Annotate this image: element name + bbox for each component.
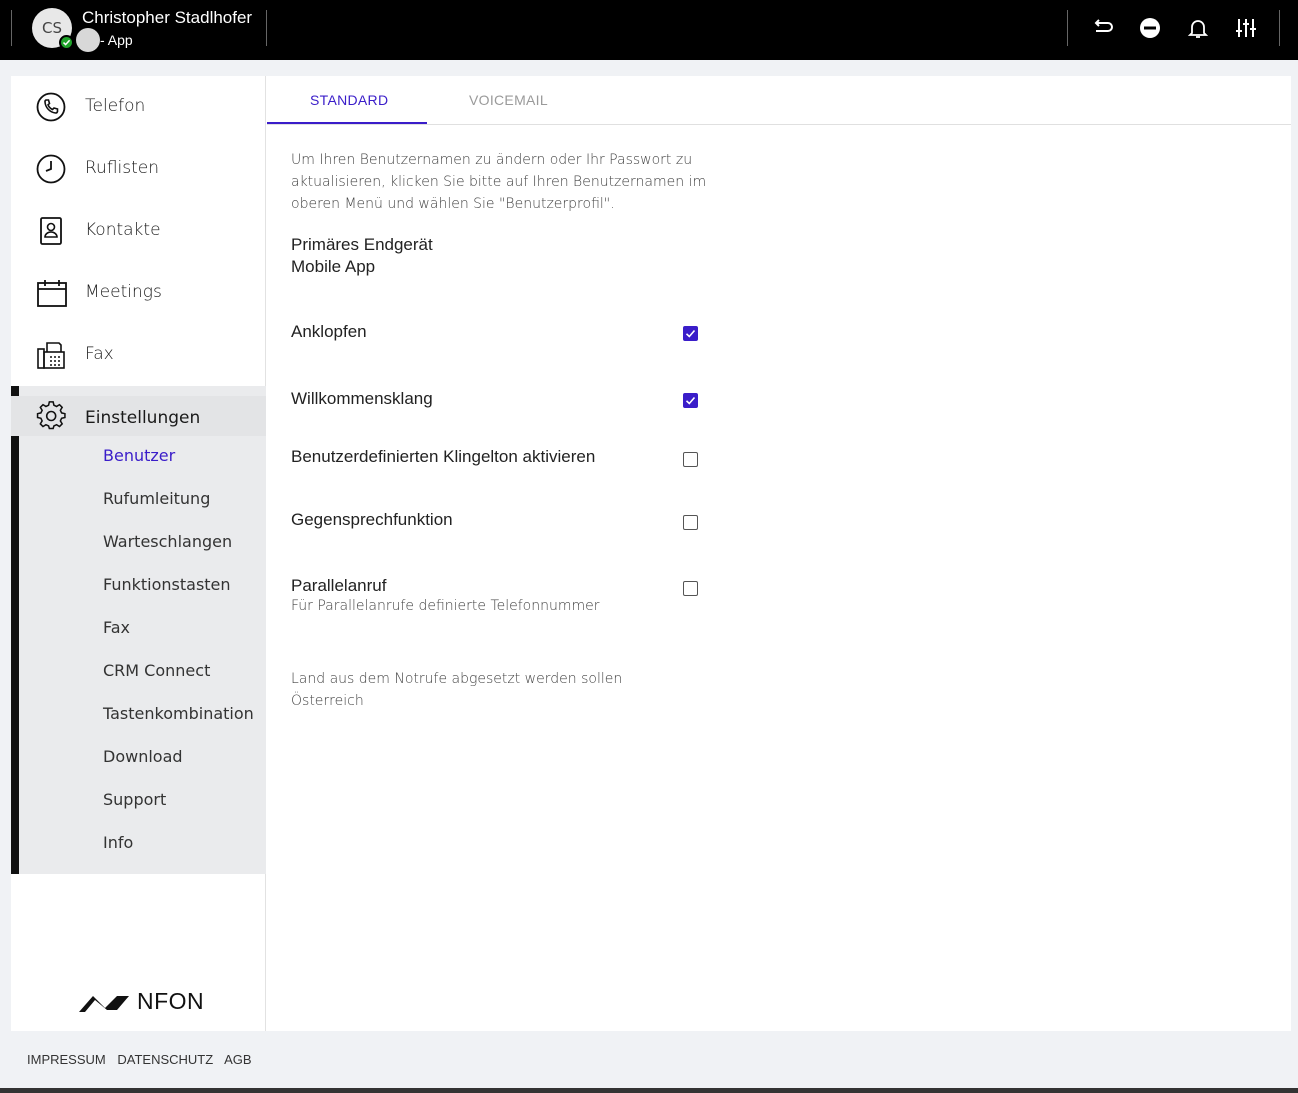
sidebar-item-label: Ruflisten xyxy=(85,158,160,178)
header-divider xyxy=(1067,10,1068,46)
tab-voicemail[interactable]: VOICEMAIL xyxy=(469,92,548,108)
contact-card-icon xyxy=(36,216,68,246)
option-label-klingelton: Benutzerdefinierten Klingelton aktiviere… xyxy=(291,447,596,466)
do-not-disturb-icon[interactable] xyxy=(1136,14,1164,42)
bottom-border xyxy=(0,1088,1298,1093)
sidebar-item-meetings[interactable]: Meetings xyxy=(11,262,266,324)
sub-item-warteschlangen[interactable]: Warteschlangen xyxy=(103,532,232,551)
logo-text: NFON xyxy=(137,987,205,1014)
checkbox-parallelanruf[interactable] xyxy=(683,581,698,596)
header-divider xyxy=(266,10,267,46)
info-text: Um Ihren Benutzernamen zu ändern oder Ih… xyxy=(291,152,707,212)
callback-icon[interactable] xyxy=(1088,14,1116,42)
sub-item-funktionstasten[interactable]: Funktionstasten xyxy=(103,575,231,594)
sidebar-item-kontakte[interactable]: Kontakte xyxy=(11,200,266,262)
active-tab-underline xyxy=(267,122,427,124)
sidebar-item-ruflisten[interactable]: Ruflisten xyxy=(11,138,266,200)
sub-item-tastenkombination[interactable]: Tastenkombination xyxy=(103,704,254,723)
header-divider xyxy=(1279,10,1280,46)
sidebar-item-label: Einstellungen xyxy=(85,408,201,428)
nfon-logo: NFON xyxy=(77,986,204,1016)
header-divider xyxy=(11,10,12,46)
footer-link-impressum[interactable]: IMPRESSUM xyxy=(27,1052,106,1067)
sidebar: Telefon Ruflisten Kontakte Meetings Fax xyxy=(11,76,266,1031)
option-label-willkommensklang: Willkommensklang xyxy=(291,389,433,408)
clock-icon xyxy=(36,154,68,184)
status-online-icon xyxy=(59,35,74,50)
sidebar-item-einstellungen[interactable]: Einstellungen xyxy=(11,396,266,436)
footer-link-agb[interactable]: AGB xyxy=(224,1052,251,1067)
footer-link-datenschutz[interactable]: DATENSCHUTZ xyxy=(117,1052,213,1067)
sub-item-info[interactable]: Info xyxy=(103,833,133,852)
phone-icon xyxy=(36,92,68,122)
option-label-anklopfen: Anklopfen xyxy=(291,322,367,341)
emergency-country-value[interactable]: Österreich xyxy=(291,693,364,709)
avatar-initials: CS xyxy=(42,19,62,37)
tab-bar: STANDARD VOICEMAIL xyxy=(267,76,1291,125)
option-sublabel-parallelanruf: Für Parallelanrufe definierte Telefonnum… xyxy=(291,598,600,614)
calendar-icon xyxy=(36,278,68,308)
tab-standard[interactable]: STANDARD xyxy=(310,92,388,108)
sidebar-item-fax[interactable]: Fax xyxy=(11,324,266,386)
sub-item-benutzer[interactable]: Benutzer xyxy=(103,446,175,465)
option-label-parallelanruf: Parallelanruf xyxy=(291,576,387,595)
footer: IMPRESSUM DATENSCHUTZ AGB xyxy=(27,1052,260,1067)
option-label-gegensprechfunktion: Gegensprechfunktion xyxy=(291,510,453,529)
checkbox-willkommensklang[interactable] xyxy=(683,393,698,408)
gear-icon xyxy=(36,401,68,431)
sub-item-fax[interactable]: Fax xyxy=(103,618,130,637)
sub-item-support[interactable]: Support xyxy=(103,790,166,809)
primary-device-value: Mobile App xyxy=(291,257,376,276)
fax-icon xyxy=(36,340,68,370)
device-indicator xyxy=(76,28,100,52)
sidebar-item-label: Kontakte xyxy=(85,220,161,240)
user-name[interactable]: Christopher Stadlhofer xyxy=(82,8,252,28)
sub-item-rufumleitung[interactable]: Rufumleitung xyxy=(103,489,210,508)
content-area: STANDARD VOICEMAIL Um Ihren Benutzername… xyxy=(267,76,1291,1031)
sidebar-item-label: Telefon xyxy=(85,96,146,116)
emergency-country-label: Land aus dem Notrufe abgesetzt werden so… xyxy=(291,671,623,687)
sidebar-item-label: Meetings xyxy=(85,282,162,302)
device-label: - App xyxy=(100,32,133,48)
bell-icon[interactable] xyxy=(1184,14,1212,42)
checkbox-gegensprechfunktion[interactable] xyxy=(683,515,698,530)
active-indicator xyxy=(11,386,19,874)
top-bar: CS Christopher Stadlhofer - App xyxy=(0,0,1298,60)
settings-group: Einstellungen Benutzer Rufumleitung Wart… xyxy=(11,386,266,874)
sidebar-item-label: Fax xyxy=(85,344,114,364)
main-panel: Telefon Ruflisten Kontakte Meetings Fax xyxy=(11,76,1291,1031)
nfon-logo-icon xyxy=(79,996,129,1012)
checkbox-anklopfen[interactable] xyxy=(683,326,698,341)
sub-item-download[interactable]: Download xyxy=(103,747,183,766)
sidebar-item-telefon[interactable]: Telefon xyxy=(11,76,266,138)
sliders-icon[interactable] xyxy=(1232,14,1260,42)
primary-device-label: Primäres Endgerät xyxy=(291,235,433,254)
checkbox-klingelton[interactable] xyxy=(683,452,698,467)
sub-item-crm-connect[interactable]: CRM Connect xyxy=(103,661,210,680)
